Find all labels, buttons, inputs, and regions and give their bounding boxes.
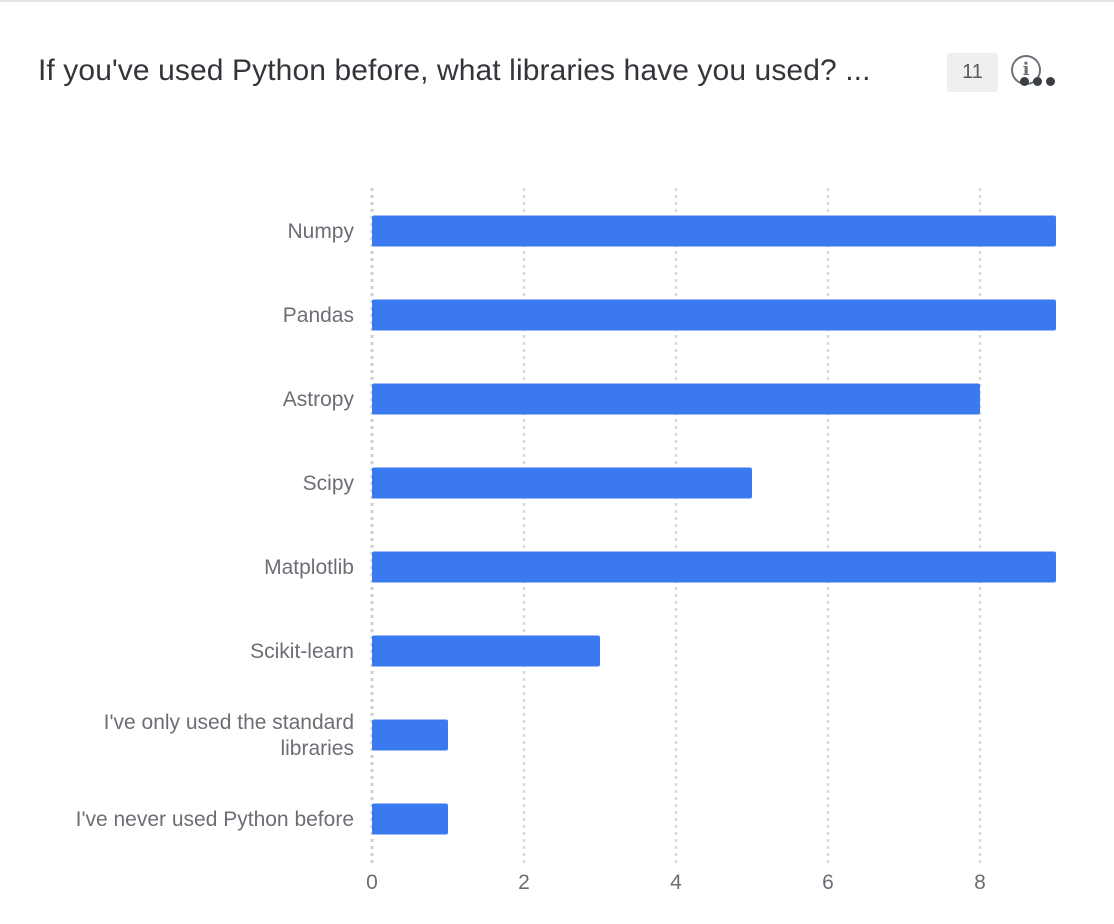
- x-tick-label: 8: [974, 871, 986, 894]
- x-axis-ticks: 0 2 4 6 8: [366, 871, 986, 894]
- bar[interactable]: [372, 551, 1056, 583]
- bar-chart: Numpy Pandas Astropy Scipy Matplotlib Scikit-…: [76, 188, 1056, 894]
- bar[interactable]: [372, 383, 980, 415]
- bar[interactable]: [372, 215, 1056, 247]
- x-tick-label: 4: [670, 871, 682, 894]
- category-label: Scipy: [303, 472, 355, 495]
- category-label: Numpy: [287, 220, 354, 243]
- category-label: Matplotlib: [264, 556, 354, 579]
- chart-widget: If you've used Python before, what libra…: [0, 0, 1114, 924]
- x-tick-label: 0: [366, 871, 378, 894]
- category-label: Astropy: [283, 388, 355, 411]
- category-labels: Numpy Pandas Astropy Scipy Matplotlib Scikit-…: [76, 220, 355, 831]
- bar-layer: [372, 215, 1056, 835]
- bar[interactable]: [372, 803, 448, 835]
- grid-layer: [370, 188, 982, 864]
- category-label: Pandas: [283, 304, 354, 327]
- category-label: Scikit-learn: [250, 640, 354, 663]
- category-label: I've never used Python before: [76, 808, 354, 831]
- x-tick-label: 2: [518, 871, 530, 894]
- bar[interactable]: [372, 635, 600, 667]
- category-label: I've only used the standard libraries: [104, 711, 354, 760]
- bar[interactable]: [372, 299, 1056, 331]
- x-tick-label: 6: [822, 871, 834, 894]
- bar[interactable]: [372, 467, 752, 499]
- bar[interactable]: [372, 719, 448, 751]
